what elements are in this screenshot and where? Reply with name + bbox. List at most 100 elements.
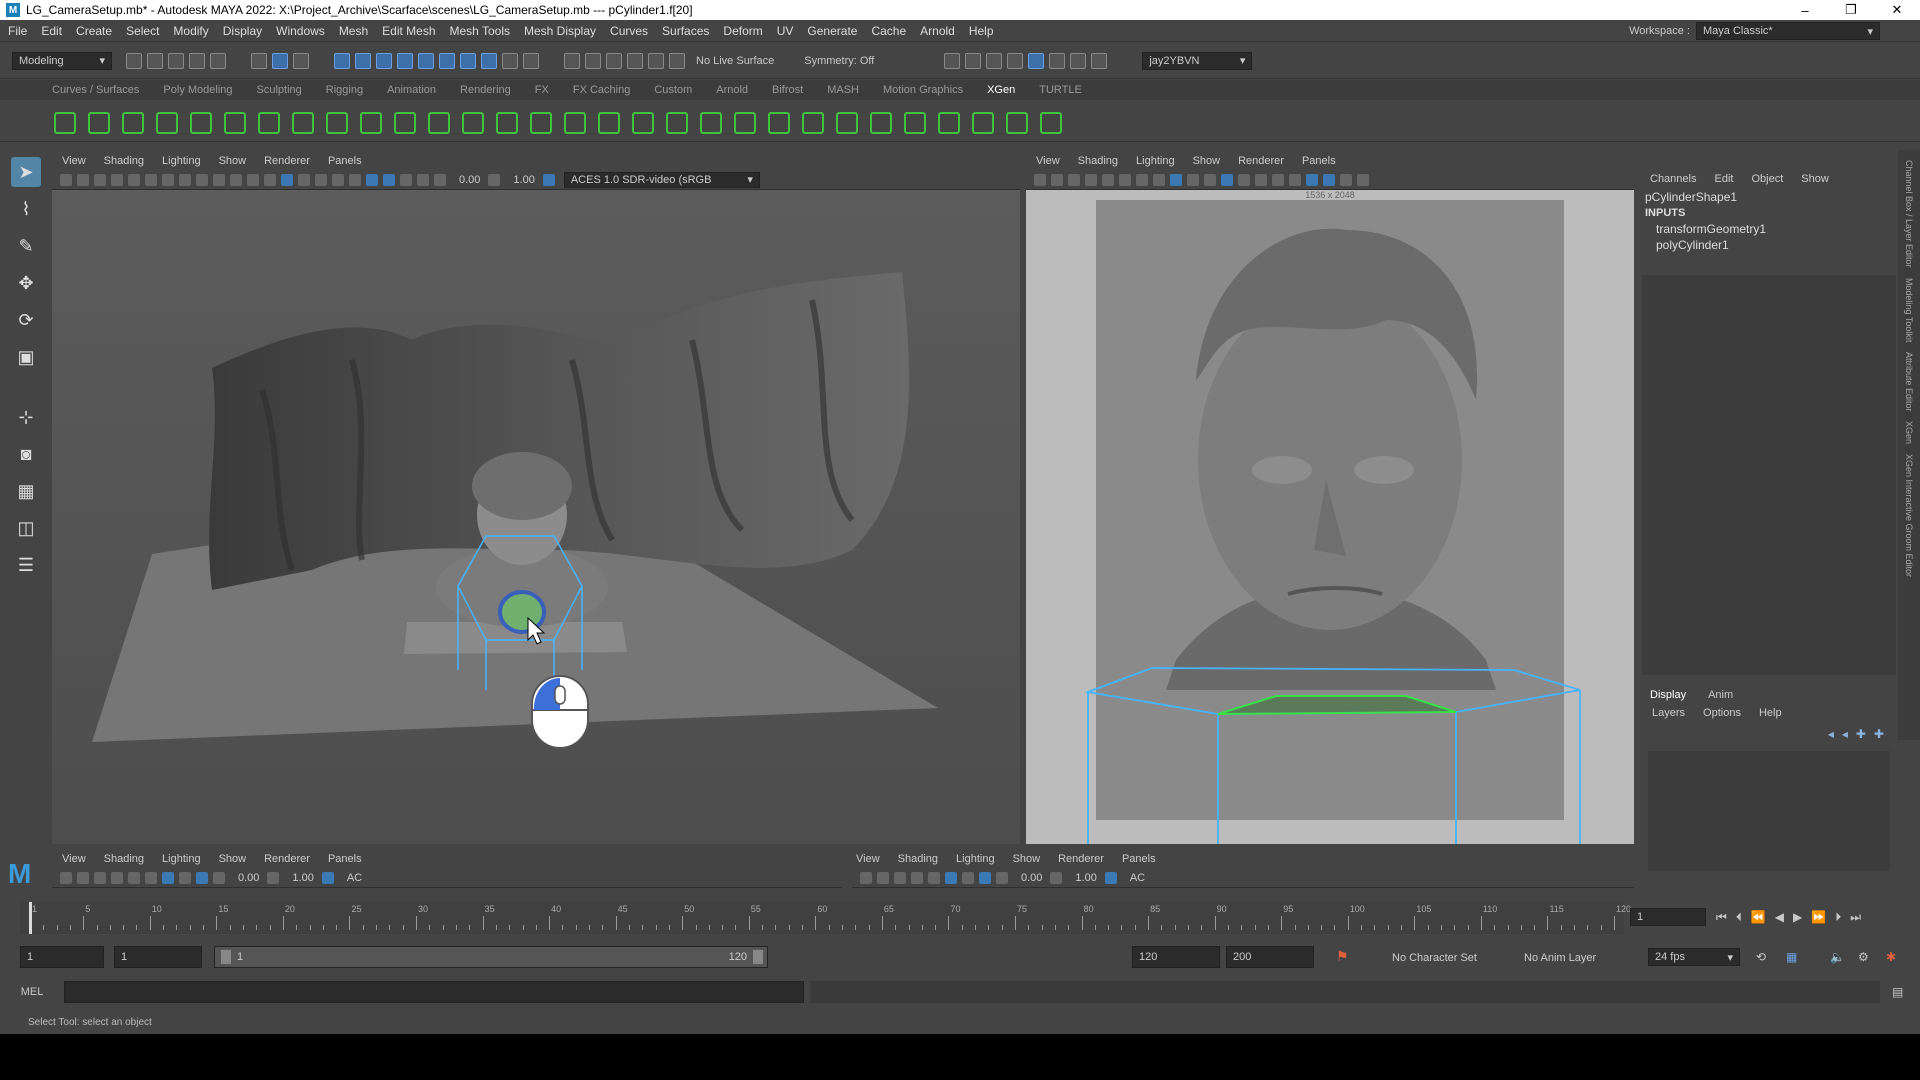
guide-bend-icon[interactable] xyxy=(254,108,280,134)
outliner-view-icon[interactable]: ☰ xyxy=(11,550,41,580)
lasso-tool-icon[interactable]: ⌇ xyxy=(11,194,41,224)
menu-arnold[interactable]: Arnold xyxy=(920,24,955,38)
step-back-frame-icon[interactable]: ⏴ xyxy=(1736,910,1742,925)
camera-icon[interactable] xyxy=(60,871,72,884)
grid-icon[interactable] xyxy=(162,173,174,186)
xray-joints-icon[interactable] xyxy=(417,173,429,186)
shelf-tab-poly-modeling[interactable]: Poly Modeling xyxy=(163,84,232,96)
snap-view-icon[interactable] xyxy=(397,52,413,69)
menu-modify[interactable]: Modify xyxy=(173,24,208,38)
two-view-icon[interactable]: ◫ xyxy=(11,513,41,543)
new-scene-icon[interactable] xyxy=(126,52,142,69)
auto-key-icon[interactable]: ⚑ xyxy=(1336,948,1349,965)
channel-menu-edit[interactable]: Edit xyxy=(1714,173,1733,185)
isolate-select-icon[interactable] xyxy=(196,871,208,884)
camera-attr-icon[interactable] xyxy=(877,871,889,884)
film-gate-icon[interactable] xyxy=(179,173,191,186)
groom-part-icon[interactable] xyxy=(900,108,926,134)
grease-pencil-icon[interactable] xyxy=(1119,173,1131,186)
lights-icon[interactable] xyxy=(332,173,344,186)
symmetry-dropdown[interactable]: Symmetry: Off xyxy=(804,55,874,67)
snap-surface-icon[interactable] xyxy=(418,52,434,69)
redo-icon[interactable] xyxy=(210,52,226,69)
shelf-tab-sculpting[interactable]: Sculpting xyxy=(257,84,302,96)
viewport-menu-view[interactable]: View xyxy=(62,155,86,167)
bookmark-icon[interactable] xyxy=(894,871,906,884)
paint-select-icon[interactable]: ✎ xyxy=(11,231,41,261)
construction-history-icon[interactable] xyxy=(606,52,622,69)
side-tab-attribute-editor[interactable]: Attribute Editor xyxy=(1904,352,1914,412)
loop-icon[interactable]: ⟲ xyxy=(1756,950,1766,964)
groom-length-icon[interactable] xyxy=(730,108,756,134)
bottom-left-menu-view[interactable]: View xyxy=(62,853,86,865)
menu-surfaces[interactable]: Surfaces xyxy=(662,24,709,38)
snap-face-icon[interactable] xyxy=(481,52,497,69)
bottom-right-menu-lighting[interactable]: Lighting xyxy=(956,853,995,865)
select-tool-icon[interactable]: ➤ xyxy=(11,157,41,187)
go-to-end-icon[interactable]: ⏭ xyxy=(1850,910,1861,925)
smooth-shade-icon[interactable] xyxy=(162,871,174,884)
shelf-tab-mash[interactable]: MASH xyxy=(827,84,859,96)
output-icon[interactable] xyxy=(585,52,601,69)
guide-move-icon[interactable] xyxy=(288,108,314,134)
bottom-right-exposure-field[interactable]: 0.00 xyxy=(1021,872,1042,884)
make-live-icon[interactable] xyxy=(669,52,685,69)
layer-stack-icon[interactable] xyxy=(356,108,382,134)
camera-attr-icon[interactable] xyxy=(77,871,89,884)
open-scene-icon[interactable] xyxy=(147,52,163,69)
shelf-tab-bifrost[interactable]: Bifrost xyxy=(772,84,803,96)
textured-icon[interactable] xyxy=(1255,173,1267,186)
cache-playback-icon[interactable]: ▦ xyxy=(1786,950,1797,964)
menu-set-dropdown[interactable]: Modeling ▾ xyxy=(12,51,112,70)
shelf-tab-fx[interactable]: FX xyxy=(535,84,549,96)
color-management-icon[interactable] xyxy=(1104,871,1117,884)
camera-menu-panels[interactable]: Panels xyxy=(1302,155,1336,167)
film-gate-icon[interactable] xyxy=(928,871,940,884)
animation-start-field[interactable]: 1 xyxy=(20,946,104,968)
side-tab-xgen-groom[interactable]: XGen Interactive Groom Editor xyxy=(1904,454,1914,577)
bookmark-icon[interactable] xyxy=(1068,173,1080,186)
channel-menu-object[interactable]: Object xyxy=(1751,173,1783,185)
character-set-dropdown[interactable]: No Character Set xyxy=(1392,948,1512,968)
camera-scene[interactable]: 1536 x 2048 xyxy=(1026,190,1634,844)
hypershade-icon[interactable] xyxy=(1028,52,1045,69)
menu-display[interactable]: Display xyxy=(223,24,262,38)
ambient-occlusion-icon[interactable] xyxy=(1306,173,1318,186)
isolate-select-icon[interactable] xyxy=(1323,173,1335,186)
range-slider[interactable]: 1 120 xyxy=(214,946,768,968)
side-tab-modeling-toolkit[interactable]: Modeling Toolkit xyxy=(1904,278,1914,342)
wireframe-icon[interactable] xyxy=(264,173,276,186)
groom-clump-icon[interactable] xyxy=(934,108,960,134)
lights-icon[interactable] xyxy=(179,871,191,884)
menu-edit[interactable]: Edit xyxy=(41,24,62,38)
groom-grab-icon[interactable] xyxy=(832,108,858,134)
minimize-button[interactable]: – xyxy=(1782,0,1828,20)
lock-icon[interactable] xyxy=(502,52,518,69)
safe-action-icon[interactable] xyxy=(247,173,259,186)
viewport-menu-show[interactable]: Show xyxy=(219,155,247,167)
isolate-select-icon[interactable] xyxy=(979,871,991,884)
camera-viewport[interactable]: View Shading Lighting Show Renderer Pane… xyxy=(1026,152,1634,844)
step-forward-key-icon[interactable]: ⏩ xyxy=(1811,910,1826,924)
light-editor-icon[interactable] xyxy=(1070,52,1087,69)
shelf-tab-animation[interactable]: Animation xyxy=(387,84,436,96)
bottom-right-menu-shading[interactable]: Shading xyxy=(898,853,938,865)
new-layer-icon[interactable]: ✚ xyxy=(1856,727,1866,741)
layer-menu-options[interactable]: Options xyxy=(1703,707,1741,719)
bottom-right-menu-panels[interactable]: Panels xyxy=(1122,853,1156,865)
shadows-icon[interactable] xyxy=(349,173,361,186)
groom-select-icon[interactable] xyxy=(1036,108,1062,134)
groom-density-icon[interactable] xyxy=(662,108,688,134)
camera-menu-view[interactable]: View xyxy=(1036,155,1060,167)
groom-cut-icon[interactable] xyxy=(764,108,790,134)
viewport-menu-renderer[interactable]: Renderer xyxy=(264,155,310,167)
bottom-left-menu-shading[interactable]: Shading xyxy=(104,853,144,865)
menu-uv[interactable]: UV xyxy=(777,24,794,38)
playback-start-field[interactable]: 1 xyxy=(114,946,202,968)
bookmark-icon[interactable] xyxy=(94,173,106,186)
camera-menu-renderer[interactable]: Renderer xyxy=(1238,155,1284,167)
script-language-toggle[interactable]: MEL xyxy=(0,986,64,998)
film-gate-icon[interactable] xyxy=(145,871,157,884)
image-plane-icon[interactable] xyxy=(111,871,123,884)
default-material-icon[interactable] xyxy=(298,173,310,186)
